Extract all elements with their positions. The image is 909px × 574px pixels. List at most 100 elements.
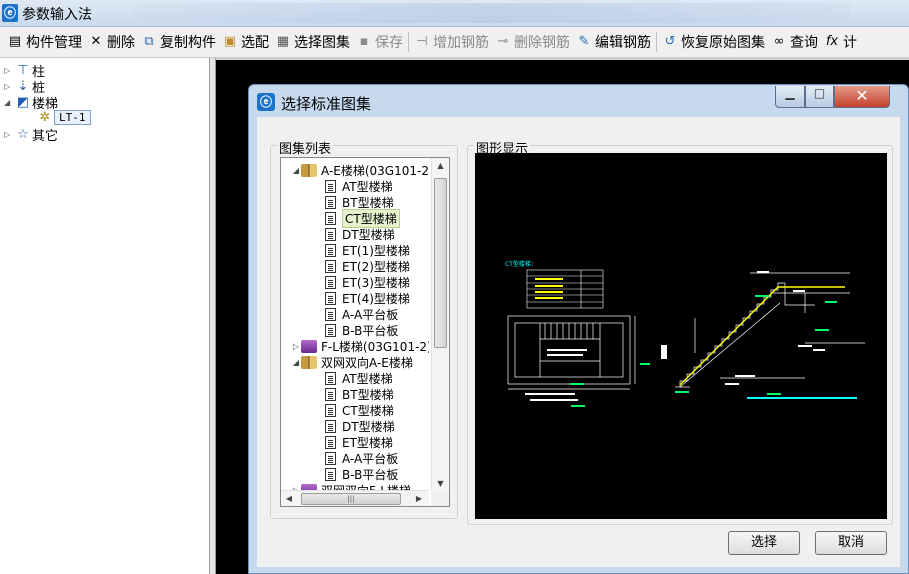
atlas-item-node[interactable]: ET型楼梯 <box>325 434 393 450</box>
vertical-scrollbar[interactable]: ▲ ▼ <box>431 158 449 492</box>
atlas-group-node[interactable]: ▷ F-L楼梯(03G101-2) <box>291 338 429 354</box>
column-icon: ⊤ <box>17 62 29 78</box>
save-icon: ▪ <box>359 34 369 49</box>
atlas-item-node[interactable]: DT型楼梯 <box>325 418 395 434</box>
add-rebar-button[interactable]: ⊣ 增加钢筋 <box>411 30 492 54</box>
delete-rebar-icon: ⊸ <box>497 34 509 49</box>
tree-node-stair[interactable]: ◢ ◩ 楼梯 <box>4 94 58 112</box>
dimension-marks <box>661 271 825 385</box>
atlas-tree[interactable]: ◢ A-E楼梯(03G101-2) AT型楼梯 BT型楼梯 CT型楼梯 DT型楼梯 ET(1… <box>280 157 450 507</box>
tree-node-other[interactable]: ▷ ☆ 其它 <box>4 126 58 144</box>
atlas-node-label: AT型楼梯 <box>342 371 393 386</box>
main-toolbar: ▤ 构件管理 ✕ 删除 ⧉ 复制构件 ▣ 选配 ▦ 选择图集 ▪ 保存 ⊣ 增加… <box>0 27 909 58</box>
atlas-item-node[interactable]: AT型楼梯 <box>325 370 393 386</box>
background-window-tabs <box>130 3 850 23</box>
rebar-line <box>679 286 845 386</box>
atlas-tree-content: ◢ A-E楼梯(03G101-2) AT型楼梯 BT型楼梯 CT型楼梯 DT型楼梯 ET(1… <box>281 158 429 492</box>
select-atlas-button[interactable]: ▦ 选择图集 <box>272 30 353 54</box>
scroll-up-icon[interactable]: ▲ <box>432 158 449 174</box>
expand-arrow-icon[interactable]: ▷ <box>291 342 301 351</box>
document-icon <box>325 419 336 433</box>
atlas-node-label: A-A平台板 <box>342 451 399 466</box>
restore-atlas-button[interactable]: ↺ 恢复原始图集 <box>659 30 768 54</box>
atlas-node-label: ET(3)型楼梯 <box>342 275 410 290</box>
delete-rebar-button[interactable]: ⊸ 删除钢筋 <box>492 30 573 54</box>
atlas-list-label: 图集列表 <box>277 138 334 157</box>
atlas-item-node[interactable]: A-A平台板 <box>325 306 398 322</box>
app-logo-icon: ⓔ <box>2 4 18 22</box>
vertical-scroll-thumb[interactable] <box>434 178 447 348</box>
select-atlas-dialog: ⓔ 选择标准图集 ▁ □ ✕ 图集列表 ◢ A-E楼梯(03G101-2) AT型楼… <box>248 84 909 574</box>
document-icon <box>325 387 336 401</box>
atlas-group-node[interactable]: ◢ A-E楼梯(03G101-2) <box>291 162 429 178</box>
atlas-node-label: A-E楼梯(03G101-2) <box>321 163 429 178</box>
atlas-item-node[interactable]: B-B平台板 <box>325 466 398 482</box>
document-icon <box>325 275 336 289</box>
horizontal-scrollbar[interactable]: ◀ ||| ▶ <box>281 490 429 506</box>
maximize-icon: □ <box>813 86 826 100</box>
expand-arrow-icon[interactable]: ▷ <box>4 82 14 91</box>
collapse-arrow-icon[interactable]: ◢ <box>291 358 301 367</box>
scroll-left-icon[interactable]: ◀ <box>281 491 297 506</box>
toolbar-separator <box>408 32 409 52</box>
copy-component-icon: ⧉ <box>144 34 154 49</box>
document-icon <box>325 195 336 209</box>
copy-component-button[interactable]: ⧉ 复制构件 <box>138 30 219 54</box>
parameter-table <box>526 269 604 309</box>
atlas-item-node[interactable]: ET(2)型楼梯 <box>325 258 410 274</box>
plan-green-marks <box>570 363 650 407</box>
atlas-item-node[interactable]: A-A平台板 <box>325 450 398 466</box>
gear-icon: ✲ <box>39 109 51 125</box>
atlas-item-node[interactable]: DT型楼梯 <box>325 226 395 242</box>
delete-button[interactable]: ✕ 删除 <box>85 30 138 54</box>
stair-icon: ◩ <box>16 94 30 110</box>
section-view <box>675 272 865 388</box>
atlas-node-label: ET(1)型楼梯 <box>342 243 410 258</box>
atlas-node-label: 双网双向A-E楼梯 <box>321 355 413 370</box>
close-button[interactable]: ✕ <box>834 86 890 108</box>
atlas-group-node[interactable]: ◢ 双网双向A-E楼梯 <box>291 354 413 370</box>
formula-button[interactable]: fx 计 <box>821 30 860 54</box>
atlas-node-label: AT型楼梯 <box>342 179 393 194</box>
atlas-node-label: ET型楼梯 <box>342 435 393 450</box>
atlas-item-node[interactable]: ET(1)型楼梯 <box>325 242 410 258</box>
maximize-button[interactable]: □ <box>805 86 834 108</box>
select-button[interactable]: 选择 <box>728 531 800 555</box>
edit-rebar-button[interactable]: ✎ 编辑钢筋 <box>573 30 654 54</box>
document-icon <box>325 371 336 385</box>
atlas-node-label: DT型楼梯 <box>342 227 395 242</box>
edit-rebar-icon: ✎ <box>578 34 590 49</box>
collapse-arrow-icon[interactable]: ◢ <box>4 98 14 107</box>
restore-atlas-icon: ↺ <box>664 34 676 49</box>
cancel-button[interactable]: 取消 <box>815 531 887 555</box>
atlas-item-node[interactable]: BT型楼梯 <box>325 386 394 402</box>
query-button[interactable]: ∞ 查询 <box>768 30 821 54</box>
atlas-item-node[interactable]: CT型楼梯 <box>325 402 394 418</box>
minimize-icon: ▁ <box>785 86 795 100</box>
expand-arrow-icon[interactable]: ▷ <box>4 66 14 75</box>
closed-book-icon <box>301 339 317 353</box>
document-icon <box>325 259 336 273</box>
atlas-item-node[interactable]: AT型楼梯 <box>325 178 393 194</box>
app-title: 参数输入法 <box>22 7 92 23</box>
expand-arrow-icon[interactable]: ▷ <box>4 130 14 139</box>
delete-x-icon: ✕ <box>90 34 102 49</box>
collapse-arrow-icon[interactable]: ◢ <box>291 166 301 175</box>
horizontal-scroll-thumb[interactable]: ||| <box>301 493 401 505</box>
tree-node-lt1[interactable]: ✲ LT-1 <box>36 109 91 125</box>
component-manager-button[interactable]: ▤ 构件管理 <box>4 30 85 54</box>
atlas-item-node[interactable]: ET(3)型楼梯 <box>325 274 410 290</box>
close-icon: ✕ <box>855 86 869 105</box>
dialog-title-bar[interactable]: ⓔ 选择标准图集 ▁ □ ✕ <box>249 85 908 117</box>
atlas-item-node[interactable]: CT型楼梯 <box>325 208 400 228</box>
plan-view <box>507 315 636 390</box>
drawing-heading: CT型楼梯： <box>505 260 537 268</box>
scrollbar-corner <box>431 490 449 506</box>
select-match-button[interactable]: ▣ 选配 <box>219 30 272 54</box>
scroll-right-icon[interactable]: ▶ <box>411 491 427 506</box>
atlas-node-label: BT型楼梯 <box>342 387 394 402</box>
atlas-item-node[interactable]: B-B平台板 <box>325 322 398 338</box>
save-button[interactable]: ▪ 保存 <box>353 30 406 54</box>
atlas-item-node[interactable]: ET(4)型楼梯 <box>325 290 410 306</box>
minimize-button[interactable]: ▁ <box>775 86 805 108</box>
